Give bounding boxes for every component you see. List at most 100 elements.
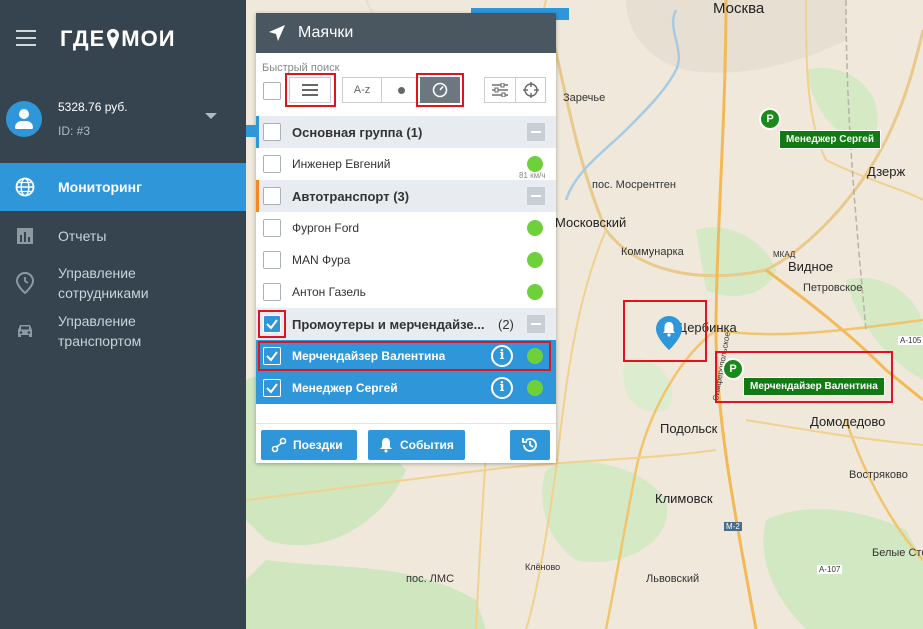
status-sort-button[interactable] [381,77,421,103]
sliders-icon [492,83,508,97]
tracker-list: Основная группа (1) Инженер Евгений 81 к… [256,116,556,404]
locate-button[interactable] [515,77,546,103]
history-icon [522,438,537,452]
location-clock-icon [14,272,36,294]
group-count: (2) [498,317,514,332]
tracker-checkbox[interactable] [263,379,281,397]
account-balance: 5328.76 руб. [58,100,128,114]
bell-marker-icon[interactable] [656,316,682,350]
road-mkad: МКАД [773,250,796,259]
status-dot-icon [527,252,543,268]
map-edge-badge [246,125,256,137]
highlight-box [258,310,286,338]
tracker-row[interactable]: Антон Газель [256,276,556,308]
road-a105: А-105 [898,336,923,345]
tracker-name: MAN Фура [292,253,351,267]
events-button[interactable]: События [368,430,465,460]
group-checkbox[interactable] [263,187,281,205]
dot-icon [397,86,405,94]
nav-monitoring[interactable]: Мониторинг [0,163,246,211]
road-a107: А-107 [817,565,843,574]
city-klimovsk: Климовск [655,491,713,506]
tracker-row-selected[interactable]: Мерчендайзер Валентина i [256,340,556,372]
car-icon [14,320,36,342]
city-vidnoye: Видное [788,259,834,274]
menu-icon[interactable] [16,30,36,46]
nav-label: Мониторинг [58,179,142,195]
group-name: Промоутеры и мерчендайзе... [292,317,485,332]
nav-employees[interactable]: Управление сотрудниками [0,263,246,303]
group-name: Автотранспорт (3) [292,189,410,204]
city-lms: пос. ЛМС [406,573,455,585]
city-domodedovo: Домодедово [810,414,886,429]
navigation-arrow-icon [268,24,286,42]
tracker-checkbox[interactable] [263,155,281,173]
history-button[interactable] [510,430,550,460]
city-mosrentgen: пос. Мосрентген [592,179,676,191]
city-klenovo: Клёново [525,562,561,572]
city-vostryakovo: Востряково [849,469,908,481]
nav-label: Управление сотрудниками [58,265,149,301]
panel-footer: Поездки События [256,423,556,463]
nav-transport[interactable]: Управление транспортом [0,311,246,351]
bell-icon [378,437,394,453]
group-checkbox[interactable] [263,123,281,141]
group-name: Основная группа (1) [292,125,423,140]
logo[interactable]: ГДЕ МОИ [60,26,176,52]
route-icon [271,437,287,453]
tracker-row[interactable]: Фургон Ford [256,212,556,244]
tracker-speed: 81 км/ч [519,171,546,180]
tracker-name: Фургон Ford [292,221,360,235]
status-dot-icon [527,220,543,236]
city-moscow: Москва [713,0,765,17]
chevron-down-icon[interactable] [205,113,217,119]
avatar [6,101,42,137]
collapse-button[interactable] [527,123,545,141]
panel-toolbar: A-z [256,73,556,111]
city-belye: Белые Сто [872,547,923,559]
tracker-name: Инженер Евгений [292,157,391,171]
nav-label: Управление транспортом [58,313,142,349]
logo-text-2: МОИ [121,26,176,51]
highlight-box [285,73,336,107]
nav-label: Отчеты [58,228,107,244]
globe-icon [14,176,36,198]
tracker-checkbox[interactable] [263,251,281,269]
city-zarechye: Заречье [563,92,606,104]
tracker-row-selected[interactable]: Менеджер Сергей i [256,372,556,404]
collapse-button[interactable] [527,187,545,205]
events-label: События [400,438,454,452]
nav-reports[interactable]: Отчеты [0,225,246,247]
city-petrovskoe: Петровское [803,282,863,294]
sort-az-button[interactable]: A-z [342,77,382,103]
collapse-button[interactable] [527,315,545,333]
group-row[interactable]: Автотранспорт (3) [256,180,556,212]
tracker-checkbox[interactable] [263,219,281,237]
logo-pin-icon [107,29,120,49]
trips-button[interactable]: Поездки [261,430,357,460]
group-accent [256,116,259,148]
tracker-name: Менеджер Сергей [292,381,398,395]
trackers-panel: Маячки Быстрый поиск A-z Основная группа… [256,13,556,463]
group-row[interactable]: Основная группа (1) [256,116,556,148]
sidebar: ГДЕ МОИ 5328.76 руб. ID: #3 Мониторинг О… [0,0,246,629]
parking-marker-icon[interactable]: P [722,358,744,380]
parking-marker-icon[interactable]: P [759,108,781,130]
account-block[interactable]: 5328.76 руб. ID: #3 [6,95,128,143]
info-icon[interactable]: i [491,377,513,399]
city-podolsk: Подольск [660,421,718,436]
tracker-checkbox[interactable] [263,283,281,301]
filter-settings-button[interactable] [484,77,516,103]
status-dot-icon [527,156,543,172]
tracker-row[interactable]: Инженер Евгений 81 км/ч [256,148,556,180]
bar-chart-icon [14,225,36,247]
road-m2: М-2 [724,522,742,531]
group-accent [256,180,259,212]
marker-label[interactable]: Мерчендайзер Валентина [743,377,885,396]
marker-label[interactable]: Менеджер Сергей [779,130,882,149]
city-moskovsky: Московский [555,215,627,230]
group-row[interactable]: Промоутеры и мерчендайзе... (2) [256,308,556,340]
tracker-name: Антон Газель [292,285,366,299]
tracker-row[interactable]: MAN Фура [256,244,556,276]
select-all-checkbox[interactable] [263,82,281,100]
